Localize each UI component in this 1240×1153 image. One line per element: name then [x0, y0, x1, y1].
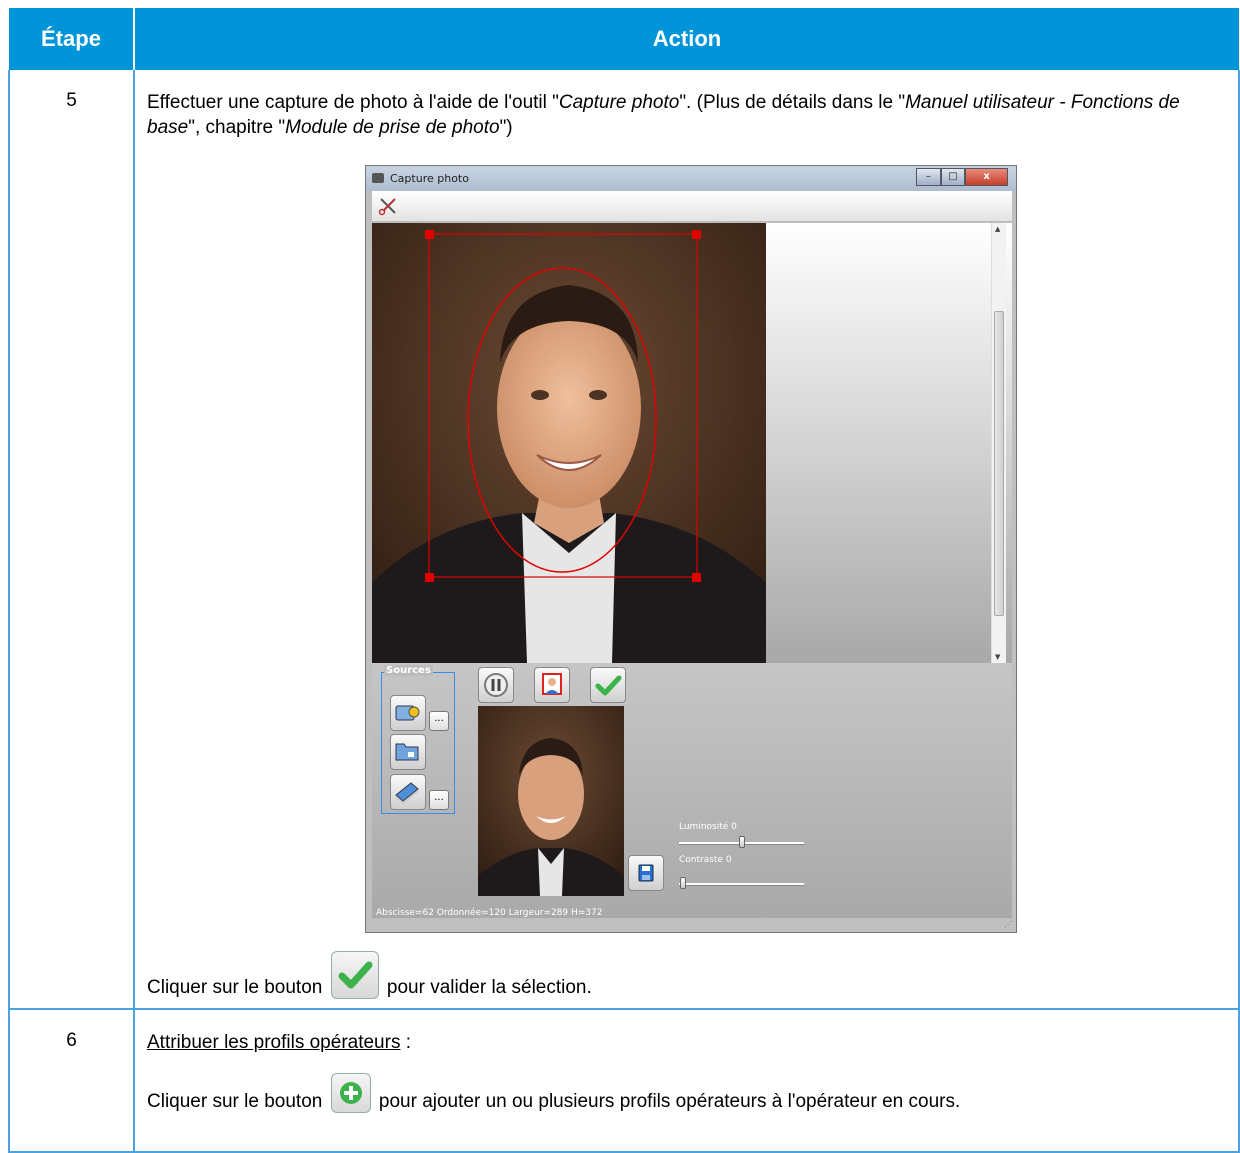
- add-button-illustration: [330, 1073, 371, 1113]
- window-toolbar: [372, 191, 1012, 222]
- slider-track: [679, 883, 804, 886]
- folder-source-button[interactable]: [390, 734, 426, 770]
- portrait-photo[interactable]: [372, 223, 766, 663]
- scroll-up-icon[interactable]: ▲: [995, 225, 1000, 233]
- slider-knob[interactable]: [680, 877, 686, 889]
- section-heading: Attribuer les profils opérateurs :: [147, 1032, 412, 1053]
- control-panel: Sources ... ... Luminosité 0 Contraste 0: [372, 663, 1012, 918]
- camera-icon: [395, 705, 420, 721]
- status-bar-text: Abscisse=62 Ordonnée=120 Largeur=289 H=3…: [376, 908, 603, 918]
- capture-photo-screenshot: Capture photo – □ x ▲ ▼ Sources ... ... …: [365, 165, 1017, 933]
- pause-icon: [484, 673, 508, 697]
- window-controls: – □ x: [916, 168, 1008, 186]
- crop-portrait-button[interactable]: [534, 667, 570, 703]
- window-title: Capture photo: [390, 172, 469, 185]
- resize-grip[interactable]: ⋰: [1004, 920, 1012, 929]
- validate-button-illustration: [330, 951, 379, 999]
- selection-handle[interactable]: [425, 573, 434, 582]
- action-cell: Effectuer une capture de photo à l'aide …: [133, 70, 1240, 1010]
- selection-handle[interactable]: [692, 230, 701, 239]
- slider-knob[interactable]: [739, 836, 745, 848]
- step-number: 6: [8, 1009, 135, 1153]
- crop-portrait-icon: [542, 673, 562, 695]
- minimize-icon[interactable]: –: [916, 168, 941, 186]
- pause-button[interactable]: [478, 667, 514, 703]
- luminosity-label: Luminosité 0: [679, 822, 737, 832]
- webcam-options-button[interactable]: ...: [429, 711, 449, 731]
- selection-handle[interactable]: [692, 573, 701, 582]
- save-icon: [638, 864, 654, 882]
- scanner-source-button[interactable]: [390, 774, 426, 810]
- checkmark-icon: [338, 961, 373, 989]
- luminosity-slider[interactable]: [679, 836, 804, 848]
- close-icon[interactable]: x: [965, 168, 1008, 186]
- photo-viewer: ▲ ▼: [372, 223, 1012, 663]
- scanner-icon: [395, 782, 419, 805]
- validate-instruction: Cliquer sur le bouton pour valider la sé…: [147, 951, 1238, 1008]
- sources-group: Sources ... ...: [381, 665, 455, 814]
- webcam-source-button[interactable]: [390, 695, 426, 731]
- instruction-text: Effectuer une capture de photo à l'aide …: [147, 92, 1180, 138]
- step-number: 5: [8, 70, 135, 1010]
- add-instruction: Cliquer sur le bouton pour ajouter un ou…: [147, 1073, 1238, 1122]
- header-action: Action: [134, 8, 1239, 70]
- scroll-thumb[interactable]: [994, 311, 1004, 616]
- contrast-label: Contraste 0: [679, 855, 732, 865]
- folder-icon: [395, 743, 419, 761]
- validate-selection-button[interactable]: [590, 667, 626, 703]
- assign-profiles-link[interactable]: Attribuer les profils opérateurs: [147, 1032, 400, 1053]
- checkmark-icon: [595, 675, 622, 696]
- selection-handle[interactable]: [425, 230, 434, 239]
- vertical-scrollbar[interactable]: ▲ ▼: [991, 223, 1006, 663]
- header-step: Étape: [9, 8, 135, 70]
- scroll-down-icon[interactable]: ▼: [995, 653, 1000, 661]
- scissors-icon[interactable]: [378, 196, 398, 216]
- procedure-table: Étape Action 5 Effectuer une capture de …: [8, 8, 1240, 1153]
- camera-app-icon: [372, 173, 384, 183]
- maximize-icon[interactable]: □: [940, 168, 966, 186]
- save-photo-button[interactable]: [628, 855, 664, 891]
- window-titlebar: Capture photo – □ x: [366, 166, 1016, 191]
- plus-icon: [339, 1082, 362, 1104]
- table-row: 6 Attribuer les profils opérateurs : Cli…: [8, 1009, 1240, 1153]
- table-header-row: Étape Action: [9, 8, 1239, 70]
- action-cell: Attribuer les profils opérateurs : Cliqu…: [133, 1009, 1240, 1153]
- table-row: 5 Effectuer une capture de photo à l'aid…: [8, 70, 1240, 1010]
- portrait-thumbnail: [478, 706, 624, 896]
- sources-label: Sources: [384, 665, 433, 676]
- contrast-slider[interactable]: [679, 877, 804, 889]
- scanner-options-button[interactable]: ...: [429, 790, 449, 810]
